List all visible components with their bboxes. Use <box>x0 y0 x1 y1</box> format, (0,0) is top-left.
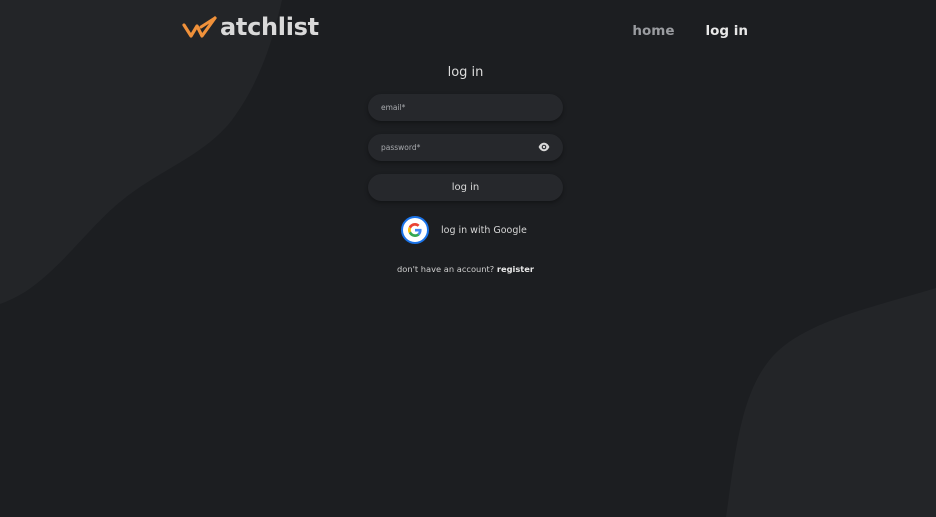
google-icon-badge <box>401 216 429 244</box>
nav-login-link[interactable]: log in <box>705 23 748 39</box>
form-title: log in <box>447 65 484 80</box>
password-field-wrapper <box>368 134 563 161</box>
register-link[interactable]: register <box>497 264 534 274</box>
email-input[interactable] <box>368 94 563 121</box>
header: atchlist home log in <box>0 0 936 60</box>
login-submit-button[interactable]: log in <box>368 174 563 201</box>
logo-text: atchlist <box>220 13 319 41</box>
eye-icon[interactable] <box>538 142 550 152</box>
google-login-label: log in with Google <box>441 224 527 236</box>
logo[interactable]: atchlist <box>182 12 319 42</box>
register-prompt: don't have an account? register <box>368 264 563 274</box>
bottom-right-blob <box>726 288 936 517</box>
register-prompt-text: don't have an account? <box>397 264 495 274</box>
top-nav: home log in <box>632 23 748 39</box>
login-page: atchlist home log in log in log in <box>0 0 936 517</box>
email-field-wrapper <box>368 94 563 121</box>
google-g-icon <box>408 223 422 237</box>
nav-home-link[interactable]: home <box>632 23 674 39</box>
login-form: log in log in <box>368 63 563 201</box>
password-input[interactable] <box>368 134 563 161</box>
google-login-button[interactable]: log in with Google <box>401 216 527 244</box>
double-check-w-icon <box>182 16 217 38</box>
